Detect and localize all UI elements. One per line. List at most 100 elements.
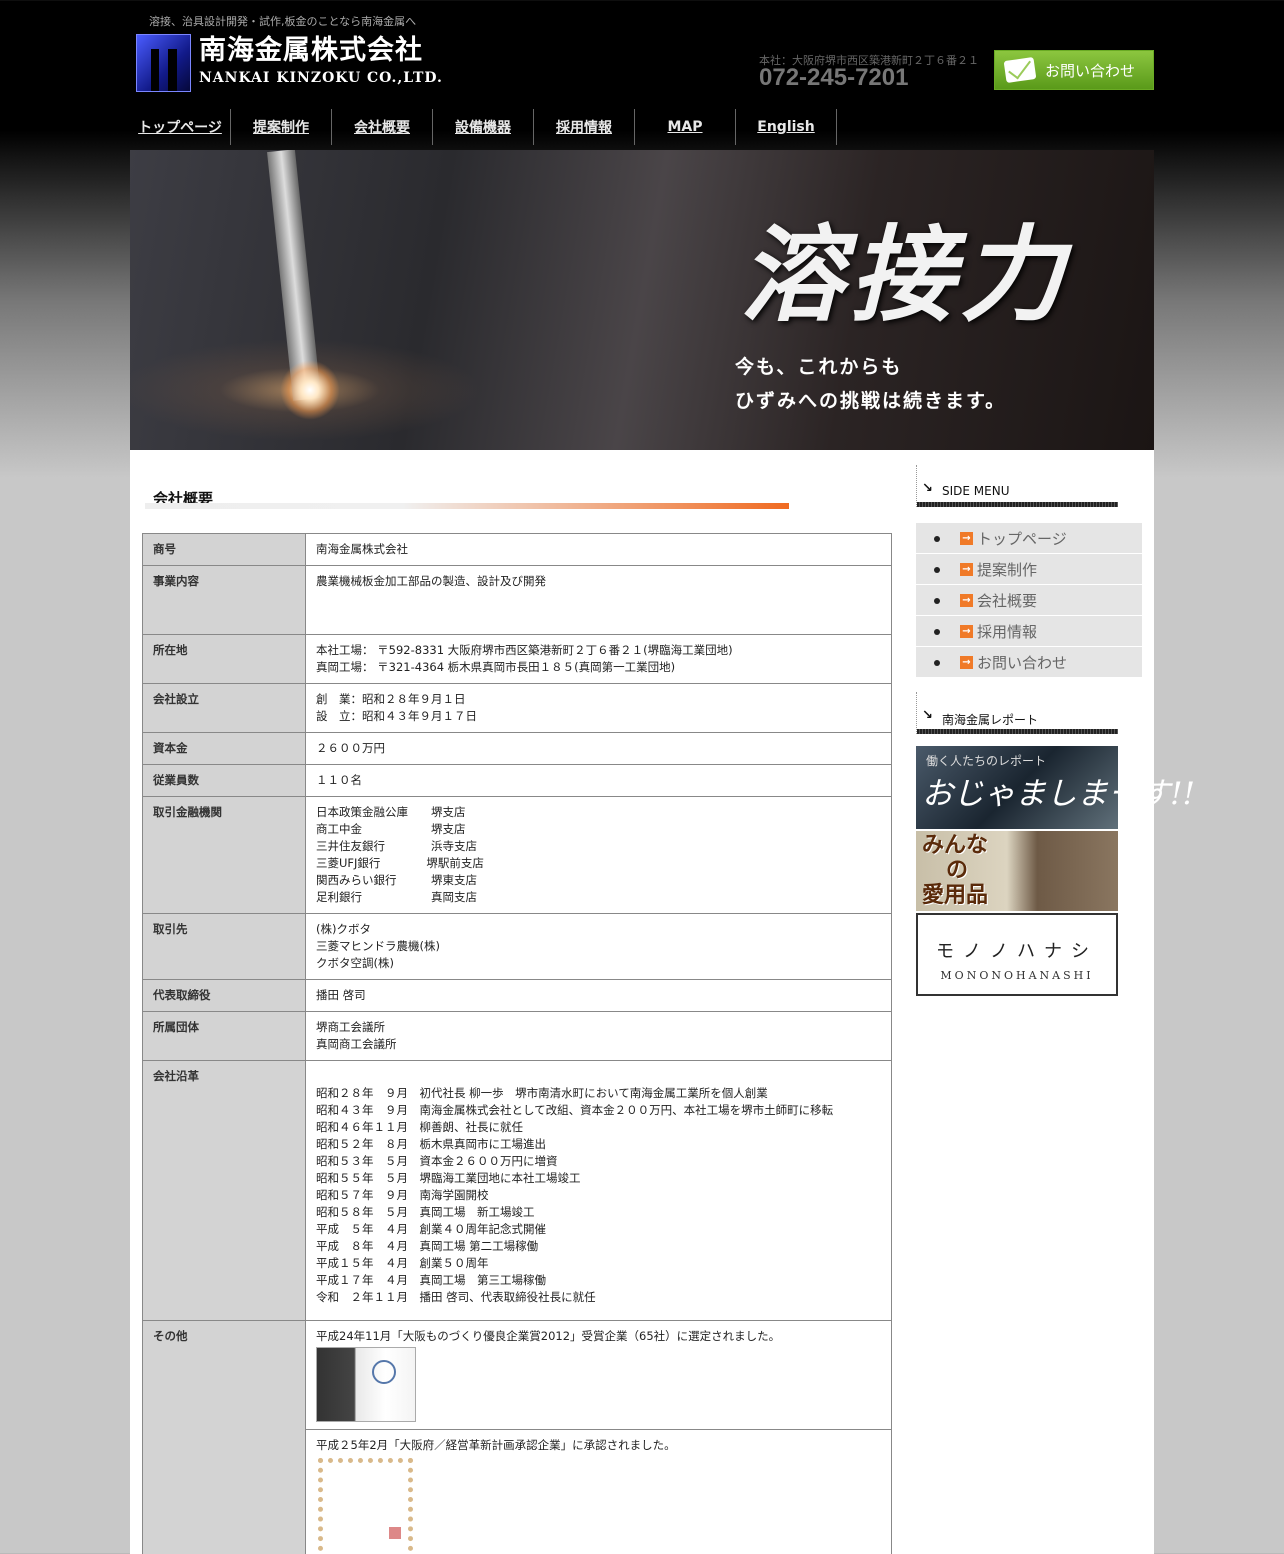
- side-menu-item-company[interactable]: → 会社概要: [916, 585, 1142, 616]
- row-label: 従業員数: [142, 764, 306, 797]
- global-nav: トップページ 提案制作 会社概要 設備機器 採用情報 MAP English: [130, 109, 837, 145]
- banner-title: モノノハナシ: [936, 941, 1098, 962]
- row-label: 商号: [142, 533, 306, 566]
- nav-company[interactable]: 会社概要: [332, 109, 433, 145]
- banner-title-line3: 愛用品: [922, 882, 989, 908]
- tagline: 溶接、治具設計開発・試作,板金のことなら南海金属へ: [149, 15, 417, 28]
- site-header: 溶接、治具設計開発・試作,板金のことなら南海金属へ 南海金属株式会社 NANKA…: [130, 0, 1154, 150]
- table-row: 資本金 ２６００万円: [142, 732, 892, 765]
- banner-minna-no-aiyouhin[interactable]: みんな の 愛用品: [916, 831, 1118, 911]
- welding-spark-image: [280, 360, 340, 420]
- row-label: 会社沿革: [142, 1060, 306, 1321]
- banner-title-line2: の: [946, 857, 969, 883]
- approval-certificate-image[interactable]: [318, 1458, 413, 1554]
- arrow-right-icon: →: [960, 562, 973, 576]
- banner-mononohanashi[interactable]: モノノハナシ MONONOHANASHI: [916, 913, 1118, 996]
- site-logo[interactable]: 南海金属株式会社 NANKAI KINZOKU CO.,LTD.: [136, 34, 443, 92]
- row-value: １１０名: [305, 764, 892, 797]
- hero-subtitle-line2: ひずみへの挑戦は続きます。: [735, 390, 1007, 412]
- nav-top[interactable]: トップページ: [130, 109, 231, 145]
- hero-subtitle-line1: 今も、これからも: [735, 356, 903, 378]
- table-row: 会社沿革 昭和２８年 ９月 初代社長 柳一歩 堺市南清水町において南海金属工業所…: [142, 1060, 892, 1321]
- banner-ojamashimasu[interactable]: 働く人たちのレポート おじゃましまーす!!: [916, 746, 1195, 829]
- row-value: 日本政策金融公庫 堺支店 商工中金 堺支店 三井住友銀行 浜寺支店 三菱UFJ銀…: [305, 796, 892, 914]
- row-label: 取引金融機関: [142, 796, 306, 914]
- row-value: 堺商工会議所 真岡商工会議所: [305, 1011, 892, 1061]
- row-label: 会社設立: [142, 683, 306, 733]
- mail-icon: [1003, 57, 1037, 83]
- table-row: 会社設立創 業：昭和２８年９月１日 設 立：昭和４３年９月１７日: [142, 683, 892, 733]
- row-value: 本社工場： 〒592-8331 大阪府堺市西区築港新町２丁６番２１(堺臨海工業団…: [305, 634, 892, 684]
- logo-mark-icon: [136, 34, 191, 92]
- bullet-icon: [934, 567, 940, 573]
- nav-english[interactable]: English: [736, 109, 837, 145]
- award-2012-text: 平成24年11月「大阪ものづくり優良企業賞2012」受賞企業（65社）に選定され…: [316, 1329, 781, 1343]
- row-label: 資本金: [142, 732, 306, 765]
- banner-title: みんな の 愛用品: [922, 833, 988, 908]
- logo-company-name-en: NANKAI KINZOKU CO.,LTD.: [199, 70, 443, 86]
- banner-caption: 働く人たちのレポート: [926, 754, 1047, 768]
- table-row: その他 平成24年11月「大阪ものづくり優良企業賞2012」受賞企業（65社）に…: [142, 1320, 892, 1554]
- side-menu-item-recruit[interactable]: → 採用情報: [916, 616, 1142, 647]
- arrow-right-icon: →: [960, 593, 973, 607]
- row-value: 昭和２８年 ９月 初代社長 柳一歩 堺市南清水町において南海金属工業所を個人創業…: [305, 1060, 892, 1321]
- banner-title: おじゃましまーす!!: [922, 776, 1195, 812]
- row-label: 事業内容: [142, 565, 306, 635]
- hero-title: 溶接力: [740, 213, 1071, 336]
- hero-subtitle: 今も、これからも ひずみへの挑戦は続きます。: [735, 350, 1006, 418]
- side-menu: → トップページ → 提案制作 → 会社概要 → 採用情報 → お問い合わせ: [916, 523, 1142, 678]
- nav-recruit[interactable]: 採用情報: [534, 109, 635, 145]
- page-body: 会社概要 商号 南海金属株式会社 事業内容 農業機械板金加工部品の製造、設計及び開発…: [130, 450, 1195, 1554]
- contact-button[interactable]: お問い合わせ: [994, 50, 1154, 90]
- row-label: その他: [142, 1320, 306, 1554]
- table-row: 従業員数 １１０名: [142, 764, 892, 797]
- arrow-down-right-icon: ↘: [922, 708, 933, 723]
- row-label: 所属団体: [142, 1011, 306, 1061]
- logo-company-name: 南海金属株式会社: [199, 35, 423, 66]
- row-label: 所在地: [142, 634, 306, 684]
- report-heading: ↘ 南海金属レポート: [916, 692, 1156, 734]
- row-value: 平成24年11月「大阪ものづくり優良企業賞2012」受賞企業（65社）に選定され…: [305, 1320, 892, 1430]
- table-row: 商号 南海金属株式会社: [142, 533, 892, 566]
- nav-proposal[interactable]: 提案制作: [231, 109, 332, 145]
- bullet-icon: [934, 598, 940, 604]
- bullet-icon: [934, 536, 940, 542]
- arrow-right-icon: →: [960, 624, 973, 638]
- row-value: 播田 啓司: [305, 979, 892, 1012]
- table-row: 事業内容 農業機械板金加工部品の製造、設計及び開発: [142, 565, 892, 635]
- side-menu-label: お問い合わせ: [977, 653, 1068, 672]
- row-label: 代表取締役: [142, 979, 306, 1012]
- table-row: 取引金融機関 日本政策金融公庫 堺支店 商工中金 堺支店 三井住友銀行 浜寺支店 …: [142, 796, 892, 914]
- side-menu-item-contact[interactable]: → お問い合わせ: [916, 647, 1142, 678]
- side-menu-item-top[interactable]: → トップページ: [916, 523, 1142, 554]
- bullet-icon: [934, 660, 940, 666]
- main-content: 会社概要 商号 南海金属株式会社 事業内容 農業機械板金加工部品の製造、設計及び開発…: [142, 488, 892, 1554]
- nav-equipment[interactable]: 設備機器: [433, 109, 534, 145]
- side-menu-title: SIDE MENU: [942, 484, 1010, 498]
- side-menu-label: 提案制作: [977, 560, 1038, 579]
- company-info-table: 商号 南海金属株式会社 事業内容 農業機械板金加工部品の製造、設計及び開発 所在地本…: [142, 533, 892, 1554]
- side-menu-item-proposal[interactable]: → 提案制作: [916, 554, 1142, 585]
- table-row: 取引先 (株)クボタ 三菱マヒンドラ農機(株) クボタ空調(株): [142, 913, 892, 980]
- contact-button-label: お問い合わせ: [1045, 61, 1136, 80]
- table-row: 代表取締役 播田 啓司: [142, 979, 892, 1012]
- approval-2013-text: 平成２5年2月「大阪府／経営革新計画承認企業」に承認されました。: [316, 1438, 676, 1452]
- row-value: 南海金属株式会社: [305, 533, 892, 566]
- sidebar: ↘ SIDE MENU → トップページ → 提案制作 → 会社概要 → 採用情報 → お…: [916, 465, 1195, 996]
- nav-map[interactable]: MAP: [635, 109, 736, 145]
- side-menu-heading: ↘ SIDE MENU: [916, 465, 1156, 507]
- side-menu-label: 会社概要: [977, 591, 1038, 610]
- banner-title-line1: みんな: [922, 832, 989, 858]
- award-certificate-image[interactable]: [316, 1347, 416, 1422]
- arrow-right-icon: →: [960, 655, 973, 669]
- side-menu-label: 採用情報: [977, 622, 1038, 641]
- side-menu-label: トップページ: [977, 529, 1067, 548]
- row-value: 農業機械板金加工部品の製造、設計及び開発: [305, 565, 892, 635]
- row-value: 平成２5年2月「大阪府／経営革新計画承認企業」に承認されました。: [305, 1429, 892, 1554]
- phone-number: 072-245-7201: [759, 64, 909, 91]
- hero-banner: 溶接力 今も、これからも ひずみへの挑戦は続きます。: [130, 150, 1154, 450]
- row-value: 創 業：昭和２８年９月１日 設 立：昭和４３年９月１７日: [305, 683, 892, 733]
- row-value: (株)クボタ 三菱マヒンドラ農機(株) クボタ空調(株): [305, 913, 892, 980]
- arrow-down-right-icon: ↘: [922, 481, 933, 496]
- report-title: 南海金属レポート: [942, 713, 1039, 727]
